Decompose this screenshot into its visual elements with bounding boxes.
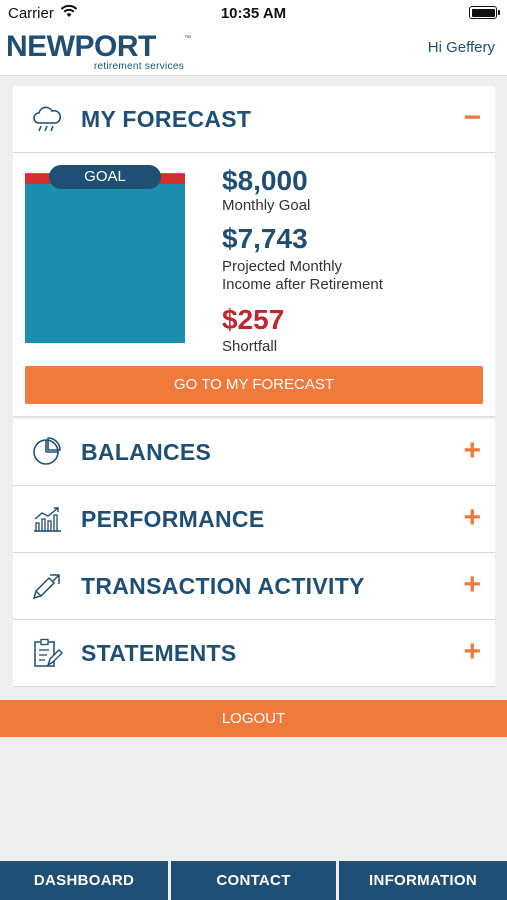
transaction-activity-card[interactable]: TRANSACTION ACTIVITY + — [13, 553, 495, 620]
forecast-title: MY FORECAST — [81, 106, 252, 132]
projected-income-label-line1: Projected Monthly — [222, 258, 343, 275]
battery-icon — [469, 6, 500, 19]
performance-title: PERFORMANCE — [81, 506, 265, 532]
expand-icon[interactable]: + — [463, 486, 481, 550]
go-to-forecast-button[interactable]: GO TO MY FORECAST — [25, 366, 483, 404]
forecast-body: GOAL $8,000 Monthly Goal $7,743 Projecte… — [13, 152, 495, 416]
pie-chart-icon — [33, 437, 61, 465]
clock: 10:35 AM — [220, 5, 287, 22]
pencil-arrow-icon — [32, 574, 60, 600]
user-greeting: Hi Geffery — [427, 39, 495, 56]
goal-chart-bar — [25, 173, 185, 343]
balances-title: BALANCES — [81, 439, 212, 465]
expand-icon[interactable]: + — [463, 419, 481, 483]
logo-trademark: ™ — [184, 35, 191, 42]
balances-card[interactable]: BALANCES + — [13, 419, 495, 486]
shortfall-label: Shortfall — [222, 338, 278, 355]
cloud-rain-icon — [33, 106, 62, 132]
forecast-card: MY FORECAST − GOAL $8,000 Monthly Goal $… — [13, 86, 495, 417]
tab-information[interactable]: INFORMATION — [339, 861, 507, 900]
bar-chart-trend-icon — [34, 507, 61, 532]
app-header: NEWPORT ™ retirement services Hi Geffery — [0, 28, 507, 76]
performance-card[interactable]: PERFORMANCE + — [13, 486, 495, 553]
tab-dashboard[interactable]: DASHBOARD — [0, 861, 168, 900]
transaction-activity-title: TRANSACTION ACTIVITY — [81, 573, 365, 599]
goal-tag: GOAL — [49, 165, 161, 189]
clipboard-pen-icon — [34, 638, 63, 667]
logo-wordmark: NEWPORT — [6, 30, 156, 63]
statements-title: STATEMENTS — [81, 640, 237, 666]
monthly-goal-label: Monthly Goal — [222, 197, 311, 214]
statements-card[interactable]: STATEMENTS + — [13, 620, 495, 687]
logout-button[interactable]: LOGOUT — [0, 700, 507, 737]
logo-subtitle: retirement services — [93, 61, 184, 72]
tab-contact[interactable]: CONTACT — [171, 861, 336, 900]
expand-icon[interactable]: + — [463, 620, 481, 684]
monthly-goal-amount: $8,000 — [222, 165, 308, 196]
projected-income-label-line2: Income after Retirement — [222, 276, 383, 293]
status-bar: Carrier 10:35 AM — [0, 0, 507, 28]
projected-income-amount: $7,743 — [222, 223, 308, 254]
collapse-icon[interactable]: − — [463, 86, 481, 150]
newport-logo[interactable]: NEWPORT ™ retirement services — [6, 30, 196, 73]
forecast-header[interactable]: MY FORECAST − — [13, 86, 495, 152]
shortfall-amount: $257 — [222, 304, 285, 335]
expand-icon[interactable]: + — [463, 553, 481, 617]
bottom-tab-bar: DASHBOARD CONTACT INFORMATION — [0, 860, 507, 900]
